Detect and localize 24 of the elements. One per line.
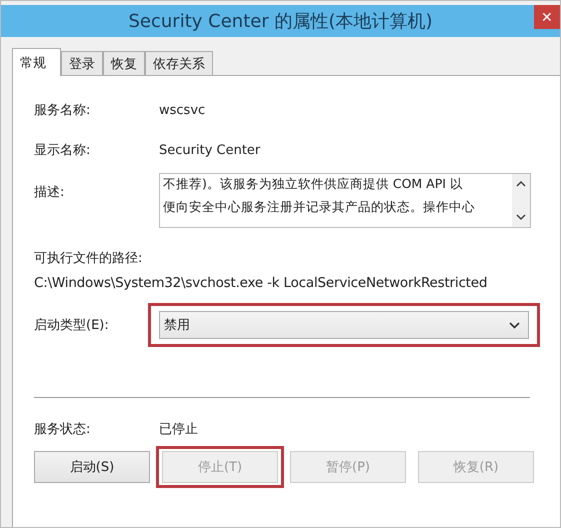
tab[interactable]: 登录 bbox=[61, 51, 103, 75]
field-label: 启动类型(E): bbox=[34, 317, 110, 334]
description-line: 便向安全中心服务注册并记录其产品的状态。操作中心 bbox=[163, 199, 476, 216]
scroll-down-icon[interactable] bbox=[516, 214, 526, 221]
field-label: 服务名称: bbox=[34, 102, 92, 119]
field-label: 描述: bbox=[34, 184, 66, 201]
window-title: Security Center 的属性(本地计算机) bbox=[128, 10, 432, 33]
tab[interactable]: 依存关系 bbox=[145, 51, 213, 75]
service-status: 已停止 bbox=[159, 421, 198, 438]
service-button[interactable]: 启动(S) bbox=[34, 451, 150, 483]
executable-path: C:\Windows\System32\svchost.exe -k LocalServiceNetworkRestricted bbox=[34, 275, 488, 291]
scroll-up-icon[interactable] bbox=[516, 180, 526, 187]
field-label: 显示名称: bbox=[34, 142, 92, 159]
service-name: wscsvc bbox=[159, 102, 206, 118]
tab[interactable]: 常规 bbox=[12, 48, 61, 76]
tab[interactable]: 恢复 bbox=[103, 51, 145, 75]
description-line: 不推荐)。该服务为独立软件供应商提供 COM API 以 bbox=[163, 176, 464, 193]
close-button[interactable]: ✕ bbox=[534, 5, 560, 29]
startup-type-dropdown[interactable]: 禁用 bbox=[159, 311, 529, 339]
description-box[interactable]: 不推荐)。该服务为独立软件供应商提供 COM API 以 便向安全中心服务注册并记录其产品的状态。操作中心 bbox=[159, 173, 531, 228]
display-name: Security Center bbox=[159, 142, 260, 158]
chevron-down-icon bbox=[509, 322, 520, 328]
field-label: 可执行文件的路径: bbox=[34, 250, 144, 267]
field-label: 服务状态: bbox=[34, 421, 92, 438]
